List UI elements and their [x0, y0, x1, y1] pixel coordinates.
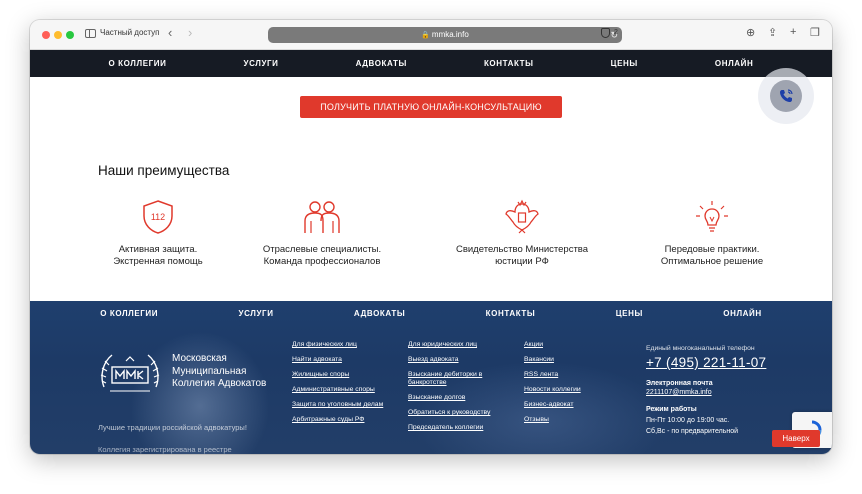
sidebar-toggle-icon[interactable] — [85, 29, 96, 38]
phone-label: Единый многоканальный телефон — [646, 345, 755, 352]
share-icon[interactable]: ⇪ — [768, 26, 777, 39]
browser-toolbar: Частный доступ ‹ › 🔒 mmka.info ↻ 2 ⊕ ⇪ + … — [30, 20, 832, 50]
footer-nav-online[interactable]: ОНЛАЙН — [723, 309, 762, 318]
footer-nav-lawyers[interactable]: АДВОКАТЫ — [354, 309, 405, 318]
address-bar[interactable]: 🔒 mmka.info ↻ — [268, 27, 622, 43]
online-consultation-button[interactable]: ПОЛУЧИТЬ ПЛАТНУЮ ОНЛАЙН-КОНСУЛЬТАЦИЮ — [300, 96, 562, 118]
phone-link[interactable]: +7 (495) 221-11-07 — [646, 355, 766, 370]
footer-links-column: Для физических лиц Найти адвоката Жилищн… — [292, 341, 392, 431]
shield-112-icon: 112 — [143, 200, 173, 234]
forward-arrow-icon[interactable]: › — [188, 25, 192, 40]
close-window-button[interactable] — [42, 31, 50, 39]
footer-link[interactable]: Взыскание долгов — [408, 394, 508, 402]
callback-widget[interactable] — [758, 68, 814, 124]
footer-contact: Единый многоканальный телефон +7 (495) 2… — [646, 345, 766, 437]
url-text: mmka.info — [431, 30, 469, 39]
footer-link[interactable]: Найти адвоката — [292, 356, 392, 364]
footer-links-column: Для юридических лиц Выезд адвоката Взыск… — [408, 341, 508, 439]
back-arrow-icon[interactable]: ‹ — [168, 25, 172, 40]
footer-links-column: Акции Вакансии RSS лента Новости коллеги… — [524, 341, 624, 431]
footer-registration-text: Коллегия зарегистрирована в реестре — [98, 445, 232, 454]
advantage-line2: юстиции РФ — [495, 256, 549, 267]
advantage-line1: Активная защита. — [118, 244, 198, 255]
footer-link[interactable]: Административные споры — [292, 386, 392, 394]
footer-link[interactable]: Председатель коллегии — [408, 424, 508, 432]
footer-link[interactable]: RSS лента — [524, 371, 624, 379]
email-link[interactable]: 2211107@mmka.info — [646, 389, 766, 396]
nav-item-online[interactable]: ОНЛАЙН — [715, 59, 754, 68]
private-mode-label: Частный доступ — [100, 28, 160, 37]
advantage-item: Передовые практики. Оптимальное решение — [622, 198, 802, 268]
lock-icon: 🔒 — [421, 32, 430, 39]
nav-item-lawyers[interactable]: АДВОКАТЫ — [356, 59, 407, 68]
footer-nav-about[interactable]: О КОЛЛЕГИИ — [100, 309, 158, 318]
svg-text:112: 112 — [151, 212, 165, 222]
footer-link[interactable]: Для физических лиц — [292, 341, 392, 349]
minimize-window-button[interactable] — [54, 31, 62, 39]
tracker-count: 2 — [614, 29, 618, 36]
nav-item-prices[interactable]: ЦЕНЫ — [611, 59, 638, 68]
email-label: Электронная почта — [646, 380, 713, 387]
browser-window: Частный доступ ‹ › 🔒 mmka.info ↻ 2 ⊕ ⇪ + … — [30, 20, 832, 454]
site-footer: О КОЛЛЕГИИ УСЛУГИ АДВОКАТЫ КОНТАКТЫ ЦЕНЫ… — [30, 301, 832, 454]
footer-link[interactable]: Взыскание дебиторки в банкротстве — [408, 371, 508, 387]
hours-text: Пн-Пт 10:00 до 19:00 час. Сб,Вс - по пре… — [646, 417, 739, 435]
footer-link[interactable]: Отзывы — [524, 416, 624, 424]
advantage-line2: Экстренная помощь — [113, 256, 203, 267]
scroll-to-top-button[interactable]: Наверх — [772, 430, 820, 447]
footer-nav-contacts[interactable]: КОНТАКТЫ — [486, 309, 536, 318]
footer-navigation: О КОЛЛЕГИИ УСЛУГИ АДВОКАТЫ КОНТАКТЫ ЦЕНЫ… — [30, 301, 832, 325]
main-navigation: О КОЛЛЕГИИ УСЛУГИ АДВОКАТЫ КОНТАКТЫ ЦЕНЫ… — [30, 50, 832, 77]
footer-link[interactable]: Обратиться к руководству — [408, 409, 508, 417]
advantage-line1: Передовые практики. — [664, 244, 760, 255]
nav-item-about[interactable]: О КОЛЛЕГИИ — [109, 59, 167, 68]
footer-link[interactable]: Новости коллегии — [524, 386, 624, 394]
footer-logo-text: Московская Муниципальная Коллегия Адвока… — [172, 353, 267, 389]
footer-link[interactable]: Бизнес-адвокат — [524, 401, 624, 409]
footer-link[interactable]: Арбитражные суды РФ — [292, 416, 392, 424]
lightbulb-icon — [696, 201, 728, 232]
nav-item-services[interactable]: УСЛУГИ — [244, 59, 279, 68]
download-icon[interactable]: ⊕ — [746, 26, 755, 39]
footer-link[interactable]: Вакансии — [524, 356, 624, 364]
nav-item-contacts[interactable]: КОНТАКТЫ — [484, 59, 534, 68]
footer-link[interactable]: Акции — [524, 341, 624, 349]
advantage-line2: Команда профессионалов — [263, 256, 381, 267]
footer-nav-services[interactable]: УСЛУГИ — [239, 309, 274, 318]
new-tab-icon[interactable]: + — [790, 26, 796, 38]
eagle-emblem-icon — [505, 199, 539, 234]
advantage-line1: Свидетельство Министерства — [455, 244, 589, 255]
advantage-line1: Отраслевые специалисты. — [262, 244, 382, 255]
advantages-title: Наши преимущества — [98, 163, 230, 178]
footer-link[interactable]: Выезд адвоката — [408, 356, 508, 364]
people-icon — [304, 201, 340, 233]
footer-link[interactable]: Для юридических лиц — [408, 341, 508, 349]
mmka-logo-icon[interactable] — [98, 347, 162, 399]
hours-label: Режим работы — [646, 406, 697, 413]
footer-link[interactable]: Жилищные споры — [292, 371, 392, 379]
footer-link[interactable]: Защита по уголовным делам — [292, 401, 392, 409]
tab-overview-icon[interactable]: ❐ — [810, 26, 820, 39]
privacy-shield-icon[interactable] — [601, 28, 610, 38]
advantage-item: Отраслевые специалисты. Команда професси… — [232, 198, 412, 268]
footer-slogan: Лучшие традиции российской адвокатуры! — [98, 423, 247, 432]
advantage-item: 112 Активная защита. Экстренная помощь — [68, 198, 248, 268]
phone-icon — [780, 89, 793, 102]
maximize-window-button[interactable] — [66, 31, 74, 39]
advantage-item: Свидетельство Министерства юстиции РФ — [432, 198, 612, 268]
advantage-line2: Оптимальное решение — [660, 256, 764, 267]
footer-nav-prices[interactable]: ЦЕНЫ — [616, 309, 643, 318]
